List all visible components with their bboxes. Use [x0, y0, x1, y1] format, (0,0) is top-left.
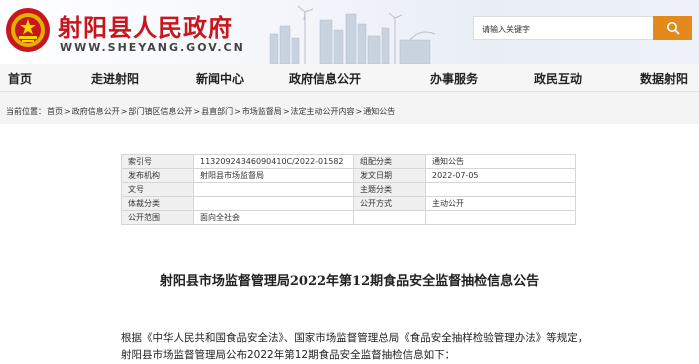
document-meta-table: 索引号 11320924346090410C/2022-01582 组配分类 通… — [121, 154, 576, 225]
breadcrumb-separator: > — [234, 107, 241, 116]
breadcrumb-link-notice[interactable]: 通知公告 — [363, 107, 395, 116]
meta-label: 发布机构 — [121, 168, 194, 183]
breadcrumb-link-gov-info[interactable]: 政府信息公开 — [72, 107, 120, 116]
search-box[interactable] — [473, 16, 653, 41]
meta-value-issuer: 射阳县市场监督局 — [193, 168, 354, 183]
meta-value-date: 2022-07-05 — [425, 168, 576, 183]
meta-value-topic — [425, 182, 576, 197]
table-row: 公开范围 面向全社会 — [121, 210, 576, 225]
meta-label: 公开方式 — [353, 196, 426, 211]
nav-item-gov-info[interactable]: 政府信息公开 — [289, 70, 361, 87]
meta-label: 主题分类 — [353, 182, 426, 197]
breadcrumb-link-market[interactable]: 市场监督局 — [242, 107, 282, 116]
site-title[interactable]: 射阳县人民政府 — [58, 8, 233, 43]
meta-label: 组配分类 — [353, 154, 426, 169]
nav-item-news[interactable]: 新闻中心 — [196, 70, 244, 87]
table-row: 文号 主题分类 — [121, 182, 576, 197]
meta-empty-cell — [353, 210, 426, 225]
breadcrumb-link-home[interactable]: 首页 — [47, 107, 63, 116]
breadcrumb-separator: > — [64, 107, 71, 116]
main-nav: 首页 走进射阳 新闻中心 政府信息公开 办事服务 政民互动 数据射阳 — [0, 64, 699, 92]
breadcrumb-link-county-dept[interactable]: 县直部门 — [201, 107, 233, 116]
meta-value-docno — [193, 182, 354, 197]
meta-value-index: 11320924346090410C/2022-01582 — [193, 154, 354, 169]
nav-item-about[interactable]: 走进射阳 — [91, 70, 139, 87]
nav-item-interaction[interactable]: 政民互动 — [534, 70, 582, 87]
meta-label: 索引号 — [121, 154, 194, 169]
table-row: 发布机构 射阳县市场监督局 发文日期 2022-07-05 — [121, 168, 576, 183]
breadcrumb-separator: > — [355, 107, 363, 116]
site-domain: WWW.SHEYANG.GOV.CN — [60, 41, 245, 54]
document-body: 根据《中华人民共和国食品安全法》、国家市场监督管理总局《食品安全抽样检验管理办法… — [121, 332, 589, 361]
breadcrumb-link-public-content[interactable]: 法定主动公开内容 — [291, 107, 355, 116]
table-row: 体裁分类 公开方式 主动公开 — [121, 196, 576, 211]
article-content: 索引号 11320924346090410C/2022-01582 组配分类 通… — [0, 124, 699, 364]
breadcrumb-separator: > — [193, 107, 201, 116]
search-icon — [666, 22, 679, 35]
breadcrumb-separator: > — [120, 107, 128, 116]
table-row: 索引号 11320924346090410C/2022-01582 组配分类 通… — [121, 154, 576, 169]
meta-value-genre — [193, 196, 354, 211]
meta-label: 发文日期 — [353, 168, 426, 183]
breadcrumb-prefix: 当前位置： — [6, 107, 46, 116]
meta-label: 公开范围 — [121, 210, 194, 225]
meta-label: 体裁分类 — [121, 196, 194, 211]
breadcrumb-separator: > — [282, 107, 290, 116]
city-skyline-graphic — [269, 5, 436, 64]
breadcrumb-link-dept[interactable]: 部门镇区信息公开 — [128, 107, 192, 116]
meta-value-scope: 面向全社会 — [193, 210, 354, 225]
nav-item-services[interactable]: 办事服务 — [430, 70, 478, 87]
meta-value-mode: 主动公开 — [425, 196, 576, 211]
breadcrumb: 当前位置：首页>政府信息公开>部门镇区信息公开>县直部门>市场监督局>法定主动公… — [6, 106, 396, 117]
nav-item-data[interactable]: 数据射阳 — [640, 70, 688, 87]
meta-value-category: 通知公告 — [425, 154, 576, 169]
search-button[interactable] — [653, 16, 692, 40]
national-emblem-icon — [6, 8, 50, 52]
document-title: 射阳县市场监督管理局2022年第12期食品安全监督抽检信息公告 — [159, 274, 540, 289]
search-input[interactable] — [474, 18, 653, 41]
meta-label: 文号 — [121, 182, 194, 197]
meta-empty-cell — [425, 210, 576, 225]
nav-item-home[interactable]: 首页 — [8, 70, 32, 87]
site-header: 射阳县人民政府 WWW.SHEYANG.GOV.CN — [0, 0, 699, 64]
